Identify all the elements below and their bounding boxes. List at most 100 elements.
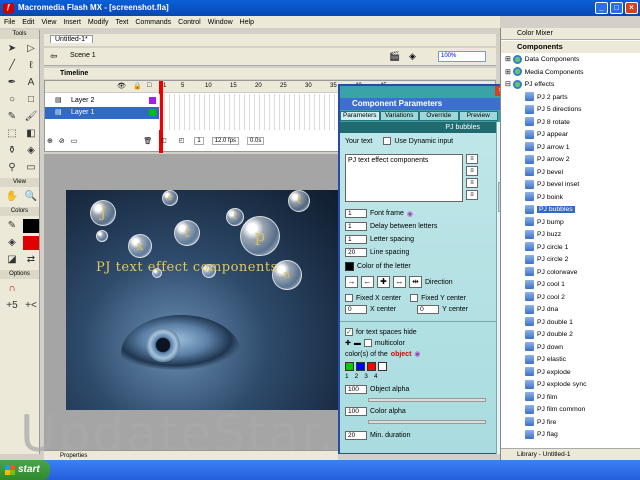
text-spaces-hide-checkbox[interactable]: ✓ xyxy=(345,328,353,336)
menu-file[interactable]: File xyxy=(4,19,15,26)
menu-insert[interactable]: Insert xyxy=(63,19,81,26)
tree-item[interactable]: PJ film common xyxy=(501,404,640,417)
fixed-x-checkbox[interactable] xyxy=(345,294,353,302)
color-swatch-4[interactable] xyxy=(378,362,387,371)
minimize-button[interactable]: _ xyxy=(595,2,608,14)
tree-item[interactable]: PJ bubbles xyxy=(501,204,640,217)
delay-input[interactable]: 1 xyxy=(345,222,367,231)
object-alpha-slider[interactable] xyxy=(368,398,486,402)
tree-item[interactable]: PJ elastic xyxy=(501,354,640,367)
start-button[interactable]: start xyxy=(0,460,50,480)
tree-item[interactable]: PJ bevel xyxy=(501,167,640,180)
font-frame-input[interactable]: 1 xyxy=(345,209,367,218)
onion-skin-icon[interactable]: ◰ xyxy=(177,137,187,145)
direction-left-icon[interactable]: ← xyxy=(361,276,374,288)
direction-right-icon[interactable]: → xyxy=(345,276,358,288)
align-justify-icon[interactable]: ≡ xyxy=(466,190,478,200)
tree-item[interactable]: PJ bevel inset xyxy=(501,179,640,192)
tree-item[interactable]: PJ down xyxy=(501,342,640,355)
text-tool-icon[interactable]: A xyxy=(23,76,39,90)
tab-override[interactable]: Override xyxy=(419,111,459,121)
zoom-select[interactable]: 100% xyxy=(438,51,486,62)
direction-in-icon[interactable]: ⇹ xyxy=(409,276,422,288)
tree-item[interactable]: PJ arrow 2 xyxy=(501,154,640,167)
menu-view[interactable]: View xyxy=(41,19,56,26)
color-mixer-header[interactable]: Color Mixer xyxy=(501,28,640,40)
expand-icon[interactable]: ⊟ xyxy=(505,81,513,88)
line-tool-icon[interactable]: ╱ xyxy=(4,59,20,73)
menu-edit[interactable]: Edit xyxy=(22,19,34,26)
paint-bucket-tool-icon[interactable]: ◈ xyxy=(23,144,39,158)
direction-out-icon[interactable]: ↔ xyxy=(393,276,406,288)
letter-color-swatch[interactable] xyxy=(345,262,354,271)
transform-tool-icon[interactable]: ⬚ xyxy=(4,127,20,141)
swap-colors-icon[interactable]: ⇄ xyxy=(23,253,39,267)
pen-tool-icon[interactable]: ✒ xyxy=(4,76,20,90)
eyedropper-tool-icon[interactable]: ⚲ xyxy=(4,161,20,175)
object-alpha-input[interactable]: 100 xyxy=(345,385,367,394)
tree-item[interactable]: PJ double 1 xyxy=(501,317,640,330)
tree-item[interactable]: PJ dna xyxy=(501,304,640,317)
menu-text[interactable]: Text xyxy=(116,19,129,26)
layer-row[interactable]: ▤ Layer 2 xyxy=(45,95,159,107)
tree-folder[interactable]: ⊟ PJ effects xyxy=(501,79,640,92)
tree-item[interactable]: PJ cool 2 xyxy=(501,292,640,305)
info-icon[interactable]: ◉ xyxy=(407,210,413,218)
zoom-tool-icon[interactable]: 🔍 xyxy=(23,190,39,204)
panel-title[interactable]: Component Parameters xyxy=(340,98,508,110)
tree-item[interactable]: PJ cool 1 xyxy=(501,279,640,292)
properties-bar[interactable]: Properties xyxy=(44,450,338,460)
remove-color-icon[interactable]: ▬ xyxy=(354,340,361,347)
straighten-option-icon[interactable]: +< xyxy=(23,299,39,313)
tree-item[interactable]: PJ colorwave xyxy=(501,267,640,280)
direction-center-icon[interactable]: ✚ xyxy=(377,276,390,288)
default-colors-icon[interactable]: ◪ xyxy=(4,253,20,267)
min-duration-input[interactable]: 20 xyxy=(345,431,367,440)
menu-help[interactable]: Help xyxy=(240,19,254,26)
stroke-color-swatch[interactable] xyxy=(23,219,39,233)
letter-spacing-input[interactable]: 1 xyxy=(345,235,367,244)
tree-item[interactable]: PJ arrow 1 xyxy=(501,142,640,155)
tree-item[interactable]: PJ circle 1 xyxy=(501,242,640,255)
color-alpha-slider[interactable] xyxy=(368,420,486,424)
add-layer-icon[interactable]: ⊕ xyxy=(47,137,53,145)
close-button[interactable]: × xyxy=(625,2,638,14)
delete-layer-icon[interactable]: 🗑 xyxy=(143,137,152,145)
tree-item[interactable]: PJ circle 2 xyxy=(501,254,640,267)
tree-item[interactable]: PJ fire xyxy=(501,417,640,430)
fill-color-swatch[interactable] xyxy=(23,236,39,250)
fill-transform-tool-icon[interactable]: ◧ xyxy=(23,127,39,141)
fixed-y-checkbox[interactable] xyxy=(410,294,419,302)
tree-folder[interactable]: ⊞ Data Components xyxy=(501,54,640,67)
maximize-button[interactable]: □ xyxy=(610,2,623,14)
object-info-icon[interactable]: ◉ xyxy=(414,350,420,358)
expand-icon[interactable]: ⊞ xyxy=(505,69,513,76)
smooth-option-icon[interactable]: +5 xyxy=(4,299,20,313)
timeline-header[interactable]: Timeline xyxy=(44,68,496,79)
hand-tool-icon[interactable]: ✋ xyxy=(4,190,20,204)
tree-item[interactable]: PJ boink xyxy=(501,192,640,205)
multicolor-checkbox[interactable] xyxy=(363,339,372,347)
dynamic-input-checkbox[interactable] xyxy=(383,137,392,145)
eraser-tool-icon[interactable]: ▭ xyxy=(23,161,39,175)
pencil-tool-icon[interactable]: ✎ xyxy=(4,110,20,124)
menu-modify[interactable]: Modify xyxy=(88,19,109,26)
tree-item[interactable]: PJ double 2 xyxy=(501,329,640,342)
tree-item[interactable]: PJ 2 parts xyxy=(501,92,640,105)
align-left-icon[interactable]: ≡ xyxy=(466,154,478,164)
menu-window[interactable]: Window xyxy=(208,19,233,26)
add-folder-icon[interactable]: ▭ xyxy=(71,137,78,145)
layer-color-swatch[interactable] xyxy=(149,109,156,116)
edit-scene-icon[interactable]: 🎬 xyxy=(389,51,400,62)
tree-item[interactable]: PJ appear xyxy=(501,129,640,142)
fill-color-icon[interactable]: ◈ xyxy=(4,236,20,250)
color-swatch-2[interactable] xyxy=(356,362,365,371)
x-center-input[interactable]: 0 xyxy=(345,305,367,314)
back-arrow-icon[interactable]: ⇦ xyxy=(50,51,58,62)
stage-canvas[interactable]: J e t x t p t n PJ text effect component… xyxy=(66,190,338,410)
your-text-input[interactable]: PJ text effect components xyxy=(345,154,463,202)
stroke-color-icon[interactable]: ✎ xyxy=(4,219,20,233)
snap-magnet-icon[interactable]: ∩ xyxy=(4,282,20,296)
oval-tool-icon[interactable]: ○ xyxy=(4,93,20,107)
tree-item[interactable]: PJ explode sync xyxy=(501,379,640,392)
